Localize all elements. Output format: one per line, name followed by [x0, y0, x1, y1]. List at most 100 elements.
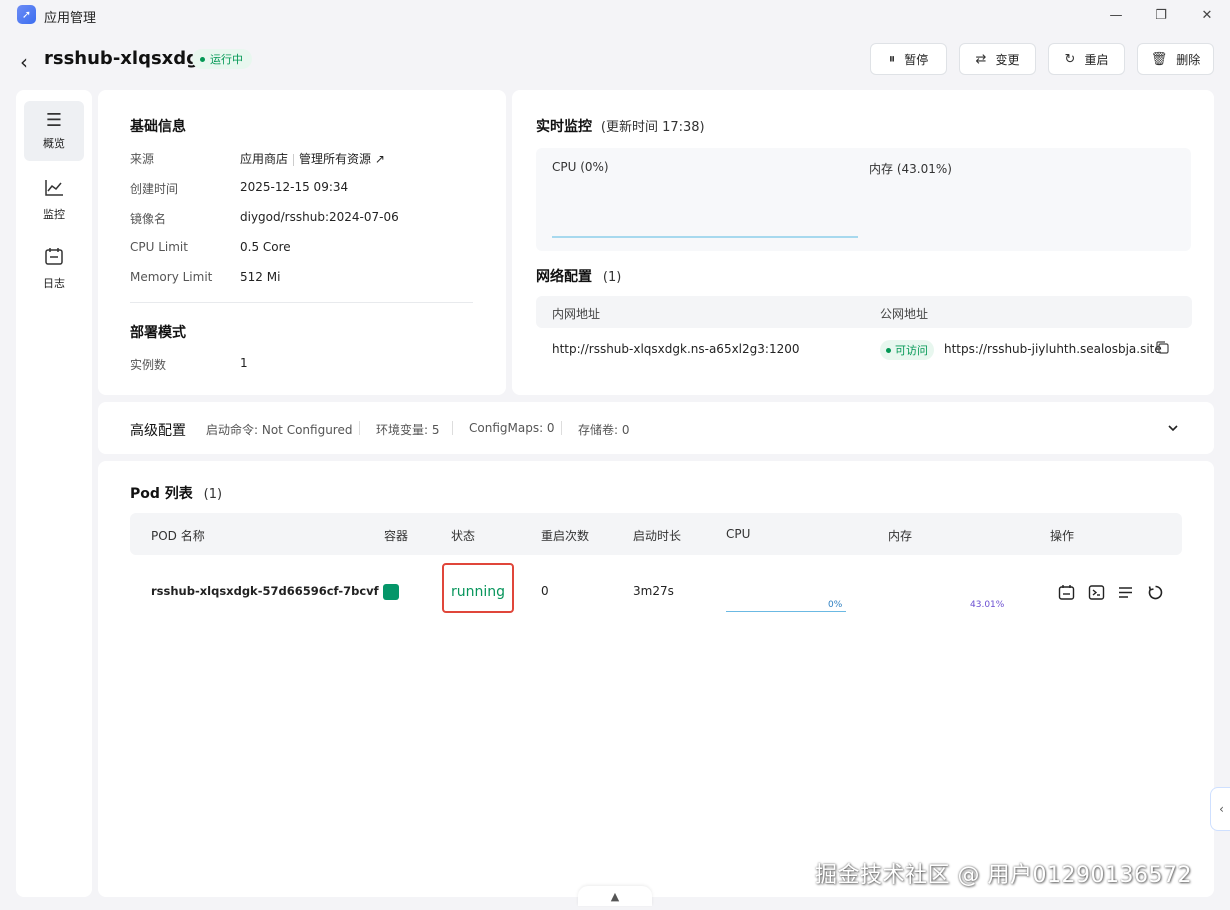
- accessible-badge: 可访问: [880, 340, 934, 360]
- pod-list-title: Pod 列表 (1): [130, 483, 222, 503]
- sidebar-item-label: 日志: [43, 276, 65, 290]
- pod-uptime: 3m27s: [633, 584, 674, 598]
- pod-status: running: [451, 584, 506, 600]
- network-title: 网络配置 (1): [536, 266, 621, 286]
- window-titlebar: ➚ 应用管理 — ❐ ✕: [0, 0, 1230, 30]
- monitor-title: 实时监控 (更新时间 17:38): [536, 116, 705, 136]
- separator: [561, 421, 562, 435]
- pod-list-title-text: Pod 列表: [130, 486, 193, 502]
- chevron-left-icon: ‹: [1219, 802, 1224, 816]
- change-button-label: 变更: [995, 52, 1020, 67]
- restore-icon[interactable]: ❐: [1141, 4, 1181, 26]
- restart-button-label: 重启: [1084, 52, 1109, 67]
- image-label: 镜像名: [130, 212, 167, 226]
- separator: [359, 421, 360, 435]
- memory-limit-label: Memory Limit: [130, 270, 213, 284]
- sidebar-item-label: 监控: [43, 207, 65, 221]
- expand-panel-button[interactable]: ▲: [578, 886, 652, 906]
- back-arrow-icon[interactable]: ‹: [20, 50, 28, 74]
- rocket-icon: ➚: [17, 5, 36, 24]
- watermark-text: 掘金技术社区 @ 用户01290136572: [815, 863, 1192, 888]
- col-memory: 内存: [888, 529, 913, 543]
- sidebar-item-logs[interactable]: 日志: [24, 238, 84, 298]
- deploy-mode-title: 部署模式: [130, 325, 186, 341]
- cpu-limit-label: CPU Limit: [130, 240, 188, 254]
- separator: [452, 421, 453, 435]
- network-count: (1): [602, 270, 622, 285]
- monitor-update-time: (更新时间 17:38): [600, 120, 705, 135]
- logs-icon[interactable]: [1115, 582, 1135, 602]
- col-actions: 操作: [1050, 529, 1075, 543]
- memory-usage-text: 43.01%: [970, 600, 1005, 610]
- memory-limit-value: 512 Mi: [240, 270, 281, 284]
- pause-icon: ⏸: [888, 51, 896, 67]
- source-store-text: 应用商店: [240, 152, 289, 166]
- triangle-up-icon: ▲: [610, 889, 620, 903]
- internal-address-value[interactable]: http://rsshub-xlqsxdgk.ns-a65xl2g3:1200: [552, 342, 799, 356]
- col-uptime: 启动时长: [633, 529, 682, 543]
- cpu-usage-bar: [726, 611, 846, 612]
- copy-icon[interactable]: [1155, 340, 1170, 359]
- status-text: 运行中: [210, 53, 243, 66]
- status-dot-icon: [886, 347, 891, 353]
- pause-button[interactable]: ⏸ 暂停: [870, 43, 947, 75]
- start-command-info: 启动命令: Not Configured: [206, 423, 353, 437]
- network-title-text: 网络配置: [536, 269, 592, 285]
- public-address-header: 公网地址: [880, 307, 929, 321]
- sidebar-item-overview[interactable]: ☰ 概览: [24, 101, 84, 161]
- storage-info: 存储卷: 0: [578, 423, 630, 437]
- cpu-monitor-label: CPU (0%): [552, 160, 609, 174]
- close-icon[interactable]: ✕: [1187, 4, 1227, 26]
- cpu-limit-value: 0.5 Core: [240, 240, 291, 254]
- pod-count: (1): [203, 487, 223, 502]
- sidebar-item-label: 概览: [43, 137, 65, 150]
- minimize-icon[interactable]: —: [1096, 4, 1136, 26]
- cpu-sparkline: [552, 236, 858, 238]
- col-status: 状态: [451, 529, 476, 543]
- created-label: 创建时间: [130, 182, 179, 196]
- calendar-icon: [44, 246, 64, 271]
- side-panel-toggle[interactable]: ‹: [1210, 787, 1230, 831]
- server-icon: ☰: [45, 110, 63, 131]
- instances-label: 实例数: [130, 358, 167, 372]
- internal-address-header: 内网地址: [552, 307, 601, 321]
- divider: [130, 302, 473, 303]
- pause-button-label: 暂停: [904, 52, 929, 67]
- col-cpu: CPU: [726, 527, 751, 541]
- accessible-text: 可访问: [895, 344, 928, 357]
- delete-button[interactable]: 🗑 删除: [1137, 43, 1214, 75]
- pod-restarts: 0: [541, 584, 549, 598]
- public-address-link[interactable]: https://rsshub-jiyluhth.sealosbja.site: [944, 342, 1162, 356]
- col-restarts: 重启次数: [541, 529, 590, 543]
- app-name: rsshub-xlqsxdgk: [44, 48, 212, 69]
- delete-button-label: 删除: [1176, 52, 1201, 67]
- advanced-config-title: 高级配置: [130, 423, 186, 439]
- manage-resources-link[interactable]: 管理所有资源 ↗: [299, 152, 385, 166]
- status-dot-icon: [200, 56, 205, 62]
- env-vars-info: 环境变量: 5: [376, 423, 440, 437]
- status-badge: 运行中: [192, 49, 252, 69]
- change-button[interactable]: ⇄ 变更: [959, 43, 1036, 75]
- image-value: diygod/rsshub:2024-07-06: [240, 210, 399, 224]
- basic-info-title: 基础信息: [130, 119, 186, 135]
- memory-monitor-label: 内存 (43.01%): [869, 162, 952, 176]
- container-status-icon[interactable]: [383, 584, 399, 600]
- cpu-usage-text: 0%: [828, 600, 843, 610]
- created-value: 2025-12-15 09:34: [240, 180, 349, 194]
- restart-button[interactable]: ↻ 重启: [1048, 43, 1125, 75]
- details-icon[interactable]: [1056, 582, 1076, 602]
- source-value: 应用商店 管理所有资源 ↗: [240, 150, 385, 167]
- pod-name: rsshub-xlqsxdgk-57d66596cf-7bcvf: [151, 584, 379, 598]
- swap-icon: ⇄: [975, 51, 987, 67]
- instances-value: 1: [240, 356, 248, 370]
- source-label: 来源: [130, 152, 155, 166]
- restart-icon: ↻: [1064, 51, 1076, 67]
- terminal-icon[interactable]: [1086, 582, 1106, 602]
- sidebar: ☰ 概览 监控 日志: [16, 90, 92, 897]
- network-table-header: [536, 296, 1192, 328]
- sidebar-item-monitor[interactable]: 监控: [24, 170, 84, 230]
- chevron-down-icon[interactable]: [1167, 422, 1179, 438]
- configmaps-info: ConfigMaps: 0: [469, 421, 555, 435]
- restart-pod-icon[interactable]: [1145, 582, 1165, 602]
- col-container: 容器: [384, 529, 409, 543]
